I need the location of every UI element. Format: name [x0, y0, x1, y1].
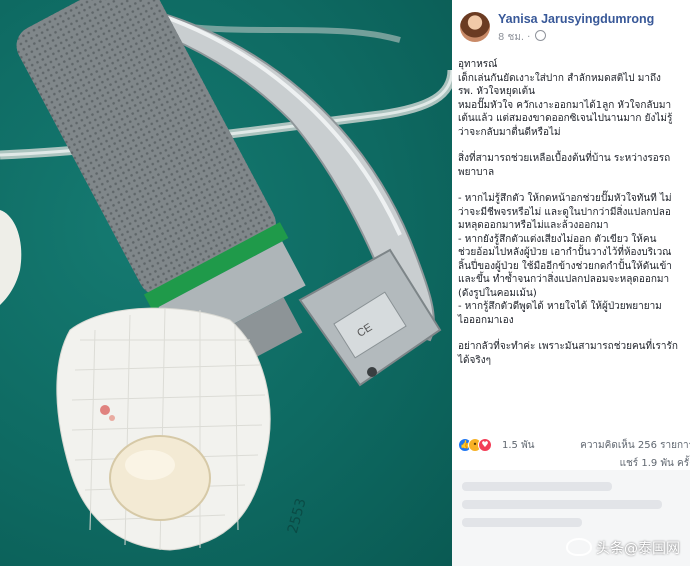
text-line: มหลุดออกมาหรือไม่และล้วงออกมา — [458, 220, 609, 231]
facebook-post: Yanisa Jarusyingdumrong 8 ชม. · อุทาหรณ์ … — [452, 0, 690, 566]
paragraph-2: สิ่งที่สามารถช่วยเหลือเบื้องต้นที่บ้าน ร… — [458, 152, 684, 179]
text-line: - หากไม่รู้สึกตัว ให้กดหน้าอกช่วยปั๊มหัว… — [458, 193, 672, 204]
text-line: - หากรู้สึกตัวดีพูดได้ หายใจได้ ให้ผู้ป่… — [458, 301, 662, 312]
paragraph-3: - หากไม่รู้สึกตัว ให้กดหน้าอกช่วยปั๊มหัว… — [458, 192, 684, 327]
reactions-bar: 👍 • ♥ 1.5 พัน ความคิดเห็น 256 รายการ แชร์ … — [458, 437, 690, 469]
paragraph-1: อุทาหรณ์ เด็กเล่นกันยัดเงาะใส่ปาก สำลักห… — [458, 58, 684, 139]
reaction-count[interactable]: 1.5 พัน — [502, 438, 535, 453]
watermark-text: 头条@泰国网 — [596, 541, 680, 557]
text-line: ลิ้นปี่ของผู้ป่วย ใช้มืออีกข้างช่วยกดกำป… — [458, 260, 672, 272]
post-time[interactable]: 8 ชม. — [498, 32, 524, 43]
post-photo[interactable]: CE 2553 — [0, 0, 452, 566]
cloth-number: 2553 — [285, 497, 310, 536]
text-line: ว่าจะมีชีพจรหรือไม่ และดูในปากว่ามีสิ่งแ… — [458, 206, 671, 218]
text-line: เต้นแล้ว แต่สมองขาดออกซิเจนไปนานมาก ยังไ… — [458, 113, 673, 124]
post-body: อุทาหรณ์ เด็กเล่นกันยัดเงาะใส่ปาก สำลักห… — [458, 58, 684, 367]
post-meta: 8 ชม. · — [498, 30, 547, 45]
text-line: สิ่งที่สามารถช่วยเหลือเบื้องต้นที่บ้าน ร… — [458, 153, 671, 164]
text-line: (ดังรูปในคอมเม้น) — [458, 287, 537, 299]
text-line: รพ. หัวใจหยุดเต้น — [458, 86, 535, 97]
avatar[interactable] — [460, 12, 490, 42]
text-line: อย่ากลัวที่จะทำค่ะ เพราะมันสามารถช่วยคนท… — [458, 341, 678, 352]
text-line: พยาบาล — [458, 166, 495, 178]
text-line: ช่วยอ้อมไปหลังผู้ป่วย เอากำปั้นวางไว้ที่… — [458, 247, 672, 258]
text-line: และขึ้น ทำซ้ำจนกว่าสิ่งแปลกปลอมจะหลุดออก… — [458, 274, 670, 285]
text-line: ว่าจะกลับมาตื่นดีหรือไม่ — [458, 126, 561, 138]
share-count[interactable]: แชร์ 1.9 พัน ครั้ง — [620, 456, 690, 471]
globe-icon — [535, 30, 547, 41]
laryngoscope-photo: CE 2553 — [0, 0, 452, 551]
weibo-logo-icon — [566, 538, 592, 556]
text-line: - หากยังรู้สึกตัวแต่งเสียงไม่ออก ตัวเขีย… — [458, 233, 657, 245]
watermark: 头条@泰国网 — [566, 538, 680, 558]
text-line: เด็กเล่นกันยัดเงาะใส่ปาก สำลักหมดสติไป ม… — [458, 72, 661, 84]
comment-count[interactable]: ความคิดเห็น 256 รายการ — [580, 438, 690, 453]
text-line: ได้จริงๆ — [458, 354, 492, 366]
text-line: หมอปั๊มหัวใจ ควักเงาะออกมาได้1ลูก หัวใจก… — [458, 99, 672, 111]
heart-icon: ♥ — [478, 438, 492, 452]
post-header: Yanisa Jarusyingdumrong 8 ชม. · — [460, 10, 686, 44]
text-line: ไอออกมาเอง — [458, 314, 514, 326]
reaction-icons[interactable]: 👍 • ♥ — [458, 438, 492, 452]
author-name[interactable]: Yanisa Jarusyingdumrong — [498, 12, 654, 26]
text-line: อุทาหรณ์ — [458, 59, 498, 70]
paragraph-4: อย่ากลัวที่จะทำค่ะ เพราะมันสามารถช่วยคนท… — [458, 340, 684, 367]
